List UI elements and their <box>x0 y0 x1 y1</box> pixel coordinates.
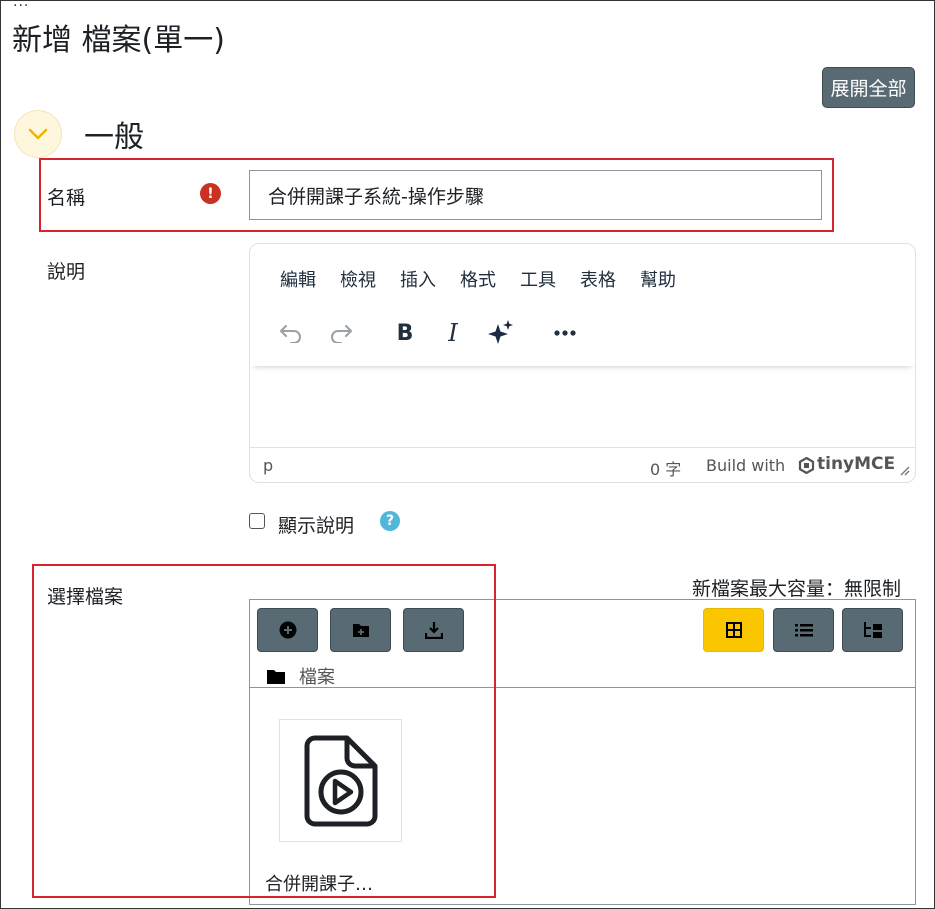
editor-toolbar: B I <box>250 302 915 366</box>
description-label: 說明 <box>47 261 86 283</box>
menu-edit[interactable]: 編輯 <box>280 266 316 292</box>
file-tile[interactable] <box>279 719 402 842</box>
download-icon <box>424 622 443 639</box>
menu-help[interactable]: 幫助 <box>640 266 676 292</box>
editor-content-area[interactable] <box>250 366 915 448</box>
word-count[interactable]: 0 字 <box>650 456 681 480</box>
menu-format[interactable]: 格式 <box>460 266 496 292</box>
more-icon <box>554 330 576 336</box>
menu-table[interactable]: 表格 <box>580 266 616 292</box>
name-input[interactable]: 合併開課子系統-操作步驟 <box>249 170 822 220</box>
video-file-icon <box>304 735 377 826</box>
resize-handle-icon[interactable] <box>900 466 910 476</box>
more-button[interactable] <box>548 316 582 350</box>
tree-view-icon <box>863 622 882 638</box>
undo-button[interactable] <box>274 316 308 350</box>
italic-icon: I <box>448 319 458 347</box>
list-view-icon <box>794 624 813 637</box>
editor-menubar: 編輯 檢視 插入 格式 工具 表格 幫助 <box>280 266 700 292</box>
download-all-button[interactable] <box>403 608 464 652</box>
breadcrumb: 檔案 <box>267 663 335 689</box>
rich-text-editor: 編輯 檢視 插入 格式 工具 表格 幫助 B I p 0 字 Build wit… <box>249 243 916 483</box>
element-path[interactable]: p <box>263 456 273 475</box>
undo-icon <box>280 325 301 343</box>
show-description-checkbox[interactable] <box>249 513 265 529</box>
name-label: 名稱 <box>47 187 86 209</box>
redo-icon <box>331 325 352 343</box>
menu-tools[interactable]: 工具 <box>520 266 556 292</box>
bold-button[interactable]: B <box>388 316 422 350</box>
show-description-label: 顯示說明 <box>278 515 355 537</box>
redo-button[interactable] <box>324 316 358 350</box>
overflow-ellipsis: ... <box>13 0 30 10</box>
bold-icon: B <box>396 320 414 346</box>
file-manager-divider <box>250 687 915 688</box>
italic-button[interactable]: I <box>436 316 470 350</box>
file-name[interactable]: 合併開課子… <box>265 870 373 896</box>
ai-assistant-button[interactable] <box>484 316 518 350</box>
add-file-button[interactable] <box>257 608 318 652</box>
help-icon[interactable]: ? <box>380 511 400 531</box>
breadcrumb-folder[interactable]: 檔案 <box>299 663 335 689</box>
max-file-size: 新檔案最大容量：無限制 <box>692 578 902 600</box>
file-manager: 檔案 合併開課子… <box>249 599 916 905</box>
chevron-down-icon <box>28 128 48 140</box>
tinymce-logo-icon <box>798 457 815 474</box>
tinymce-brand[interactable]: tinyMCE <box>817 454 895 474</box>
folder-plus-icon <box>352 624 369 637</box>
menu-insert[interactable]: 插入 <box>400 266 436 292</box>
add-circle-icon <box>279 621 296 639</box>
list-view-button[interactable] <box>773 608 834 652</box>
grid-view-button[interactable] <box>703 608 764 652</box>
expand-all-button[interactable]: 展開全部 <box>822 67 915 108</box>
select-files-label: 選擇檔案 <box>47 586 124 608</box>
menu-view[interactable]: 檢視 <box>340 266 376 292</box>
grid-view-icon <box>725 622 742 638</box>
ai-sparkle-icon <box>488 320 513 344</box>
section-collapse-toggle[interactable] <box>14 110 62 158</box>
section-title: 一般 <box>84 120 144 155</box>
folder-icon <box>267 669 285 684</box>
required-icon: ! <box>200 183 221 204</box>
editor-statusbar: p 0 字 Build with tinyMCE <box>250 447 915 482</box>
tree-view-button[interactable] <box>842 608 903 652</box>
page-title: 新增 檔案(單一) <box>12 23 225 58</box>
build-with-text: Build with <box>706 456 786 475</box>
create-folder-button[interactable] <box>330 608 391 652</box>
